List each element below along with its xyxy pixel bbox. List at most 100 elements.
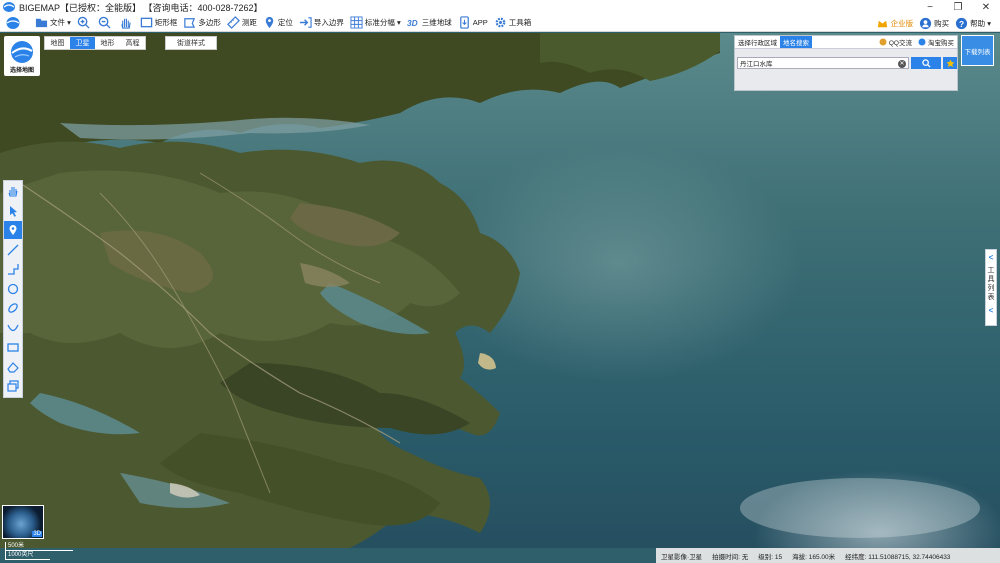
map-type-satellite[interactable]: 卫星	[70, 37, 95, 49]
app-button[interactable]: APP	[455, 14, 491, 32]
file-menu[interactable]: 文件 ▾	[32, 14, 74, 32]
minimap-globe[interactable]: 3D	[2, 505, 44, 539]
toolbar-right: 企业版 购买 ? 帮助 ▾	[873, 14, 994, 32]
pan-tool[interactable]	[4, 182, 22, 200]
3d-icon: 3D	[407, 18, 418, 28]
rectangle-label: 矩形框	[154, 18, 178, 27]
status-capture-time: 拍摄时间: 无	[712, 553, 749, 561]
globe-icon	[6, 16, 20, 29]
search-panel: 选择行政区域 地名搜索 QQ交流 淘宝购买 丹江口水库 ✕	[734, 35, 958, 91]
select-tool[interactable]	[4, 202, 22, 220]
map-type-terrain[interactable]: 地形	[95, 37, 120, 49]
marker-tool[interactable]	[4, 221, 22, 239]
layers-tool[interactable]	[4, 377, 22, 395]
tab-admin-region[interactable]: 选择行政区域	[735, 36, 780, 48]
globe-button[interactable]	[0, 14, 32, 32]
gear-icon	[495, 17, 506, 28]
3d-earth-label: 三维地球	[421, 18, 452, 27]
download-list-button[interactable]: 下载列表	[961, 35, 994, 66]
search-links: QQ交流 淘宝购买	[876, 36, 957, 48]
toolbox-button[interactable]: 工具箱	[491, 14, 535, 32]
taobao-icon	[918, 38, 926, 46]
favorite-button[interactable]	[943, 57, 957, 69]
tab-char: 表	[987, 294, 995, 301]
eraser-tool[interactable]	[4, 358, 22, 376]
search-query: 丹江口水库	[740, 61, 773, 68]
minimize-button[interactable]: −	[916, 0, 944, 14]
measure-distance-button[interactable]: 测距	[224, 14, 260, 32]
import-boundary-button[interactable]: 导入边界	[296, 14, 347, 32]
expand-arrow-icon: <	[988, 253, 994, 262]
circle-tool[interactable]	[4, 280, 22, 298]
search-icon	[921, 58, 931, 68]
line-icon	[7, 244, 19, 255]
ellipse-tool[interactable]	[4, 299, 22, 317]
file-menu-label: 文件 ▾	[50, 18, 71, 27]
svg-text:?: ?	[959, 18, 964, 28]
minimap-3d-label: 3D	[32, 531, 42, 537]
enterprise-label: 企业版	[890, 18, 914, 28]
zoom-in-button[interactable]	[74, 14, 95, 32]
rectangle-select-button[interactable]: 矩形框	[137, 14, 181, 32]
zoom-out-button[interactable]	[95, 14, 116, 32]
polyline-tool[interactable]	[4, 260, 22, 278]
tab-place-search[interactable]: 地名搜索	[780, 36, 812, 48]
clear-search-icon[interactable]: ✕	[898, 59, 906, 68]
search-row: 丹江口水库 ✕	[737, 57, 957, 69]
hand-icon	[8, 187, 18, 197]
taobao-link[interactable]: 淘宝购买	[915, 36, 957, 48]
folder-icon	[35, 18, 48, 28]
help-button[interactable]: ? 帮助 ▾	[952, 14, 994, 32]
close-button[interactable]: ✕	[972, 0, 1000, 14]
star-icon	[945, 58, 955, 67]
scale-bar-imperial: 1000英尺	[5, 551, 50, 560]
polygon-select-button[interactable]: 多边形	[180, 14, 224, 32]
pan-button[interactable]	[116, 14, 137, 32]
taobao-label: 淘宝购买	[928, 40, 954, 47]
map-type-elevation[interactable]: 高程	[120, 37, 145, 49]
toolbox-label: 工具箱	[508, 18, 532, 27]
rectangle-icon	[7, 343, 19, 352]
street-style-button[interactable]: 街道样式	[165, 36, 217, 50]
arc-icon	[7, 324, 19, 331]
arc-tool[interactable]	[4, 319, 22, 337]
zoom-out-icon	[98, 16, 111, 29]
purchase-button[interactable]: 购买	[916, 14, 952, 32]
pointer-icon	[10, 205, 17, 217]
eraser-icon	[7, 361, 19, 373]
import-boundary-label: 导入边界	[313, 18, 344, 27]
standard-sheet-button[interactable]: 标准分幅 ▾	[347, 14, 404, 32]
choose-map-button[interactable]: 选择地图	[4, 36, 40, 76]
search-button[interactable]	[911, 57, 941, 69]
enterprise-button[interactable]: 企业版	[873, 14, 917, 32]
toolbox-list-tab[interactable]: < 工 具 列 表 <	[985, 249, 997, 326]
satellite-map[interactable]	[0, 33, 1000, 548]
globe-logo-icon	[11, 41, 33, 63]
qq-chat-link[interactable]: QQ交流	[876, 36, 915, 48]
status-lnglat: 经纬度: 111.51088715, 32.74406433	[845, 553, 951, 561]
locate-label: 定位	[277, 18, 293, 27]
help-label: 帮助 ▾	[970, 18, 991, 28]
title-bar: BIGEMAP【已授权：全能版】 【咨询电话：400-028-7262】 − ❐…	[0, 0, 1000, 14]
standard-sheet-label: 标准分幅 ▾	[364, 18, 401, 27]
purchase-label: 购买	[934, 18, 950, 28]
locate-button[interactable]: 定位	[260, 14, 296, 32]
help-icon: ?	[956, 17, 968, 29]
polygon-icon	[184, 18, 196, 28]
measure-label: 测距	[241, 18, 257, 27]
drawing-toolbar	[3, 180, 23, 398]
rectangle-tool[interactable]	[4, 338, 22, 356]
scale-bar-metric: 500米	[5, 542, 73, 551]
3d-earth-button[interactable]: 3D 三维地球	[404, 14, 455, 32]
line-tool[interactable]	[4, 241, 22, 259]
window-title: BIGEMAP【已授权：全能版】 【咨询电话：400-028-7262】	[19, 2, 263, 13]
import-icon	[299, 17, 312, 28]
maximize-button[interactable]: ❐	[944, 0, 972, 14]
window-controls: − ❐ ✕	[916, 0, 1000, 14]
user-icon	[920, 17, 932, 29]
expand-arrow-icon: <	[988, 306, 994, 315]
map-type-map[interactable]: 地图	[45, 37, 70, 49]
circle-icon	[7, 283, 19, 294]
grid-icon	[350, 16, 363, 29]
search-input[interactable]: 丹江口水库 ✕	[737, 57, 909, 69]
